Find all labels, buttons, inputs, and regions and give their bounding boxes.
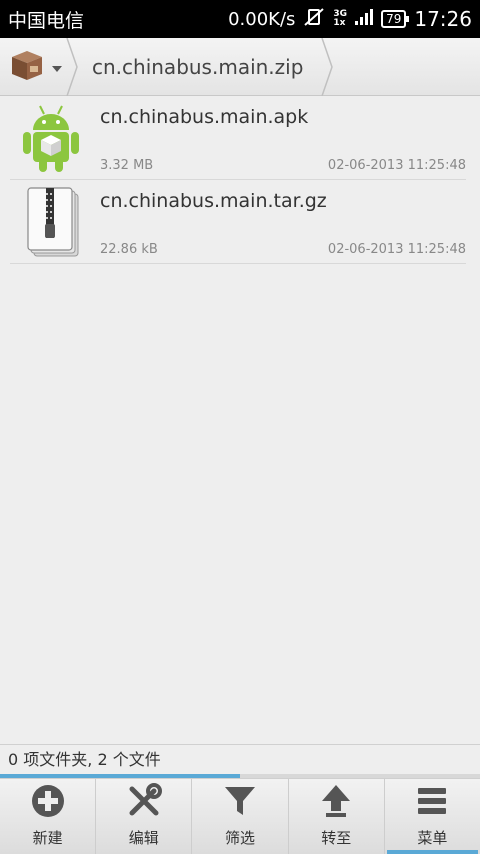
edit-button[interactable]: 编辑 [96, 779, 193, 854]
chevron-down-icon [52, 57, 62, 76]
file-name: cn.chinabus.main.tar.gz [100, 190, 327, 212]
file-count-summary: 0 项文件夹, 2 个文件 [0, 744, 480, 774]
breadcrumb-root[interactable] [0, 37, 78, 96]
vibrate-muted-icon [303, 7, 325, 32]
goto-label: 转至 [321, 829, 352, 847]
status-indicators: 0.00K/s 3G 1x 79 17:26 [228, 7, 472, 32]
bottom-toolbar: 新建 编辑 筛选 转至 菜单 [0, 778, 480, 854]
tools-icon [126, 783, 162, 827]
archive-box-icon [10, 49, 44, 85]
file-size: 3.32 MB [100, 158, 154, 173]
network-type: 3G 1x [333, 10, 347, 28]
new-button[interactable]: 新建 [0, 779, 97, 854]
filter-icon [222, 783, 258, 827]
network-speed: 0.00K/s [228, 8, 296, 30]
filter-label: 筛选 [225, 829, 256, 847]
menu-button[interactable]: 菜单 [385, 779, 480, 854]
breadcrumb-current[interactable]: cn.chinabus.main.zip [72, 37, 334, 96]
filter-button[interactable]: 筛选 [192, 779, 289, 854]
list-item[interactable]: cn.chinabus.main.apk 3.32 MB 02-06-2013 … [10, 96, 466, 180]
list-item[interactable]: cn.chinabus.main.tar.gz 22.86 kB 02-06-2… [10, 180, 466, 264]
carrier-name: 中国电信 [8, 9, 85, 32]
menu-icon [414, 783, 450, 827]
menu-label: 菜单 [417, 829, 448, 847]
goto-button[interactable]: 转至 [289, 779, 385, 854]
network-type-bottom: 1x [333, 18, 346, 28]
battery-indicator: 79 [381, 10, 410, 28]
clock: 17:26 [414, 7, 472, 31]
file-date: 02-06-2013 11:25:48 [327, 158, 466, 173]
file-list: cn.chinabus.main.apk 3.32 MB 02-06-2013 … [0, 96, 480, 264]
breadcrumb-separator [321, 37, 334, 96]
arrow-up-icon [318, 783, 354, 827]
zip-archive-icon [18, 186, 84, 258]
file-date: 02-06-2013 11:25:48 [327, 242, 466, 257]
new-label: 新建 [32, 829, 63, 847]
file-name: cn.chinabus.main.apk [100, 106, 309, 128]
edit-label: 编辑 [128, 829, 159, 847]
signal-icon [355, 7, 374, 32]
file-size: 22.86 kB [100, 242, 158, 257]
android-apk-icon [18, 102, 84, 174]
breadcrumb-label: cn.chinabus.main.zip [92, 54, 304, 79]
breadcrumb: cn.chinabus.main.zip [0, 37, 480, 96]
add-icon [30, 783, 66, 827]
status-bar: 中国电信 0.00K/s 3G 1x 79 17:26 [0, 0, 480, 38]
